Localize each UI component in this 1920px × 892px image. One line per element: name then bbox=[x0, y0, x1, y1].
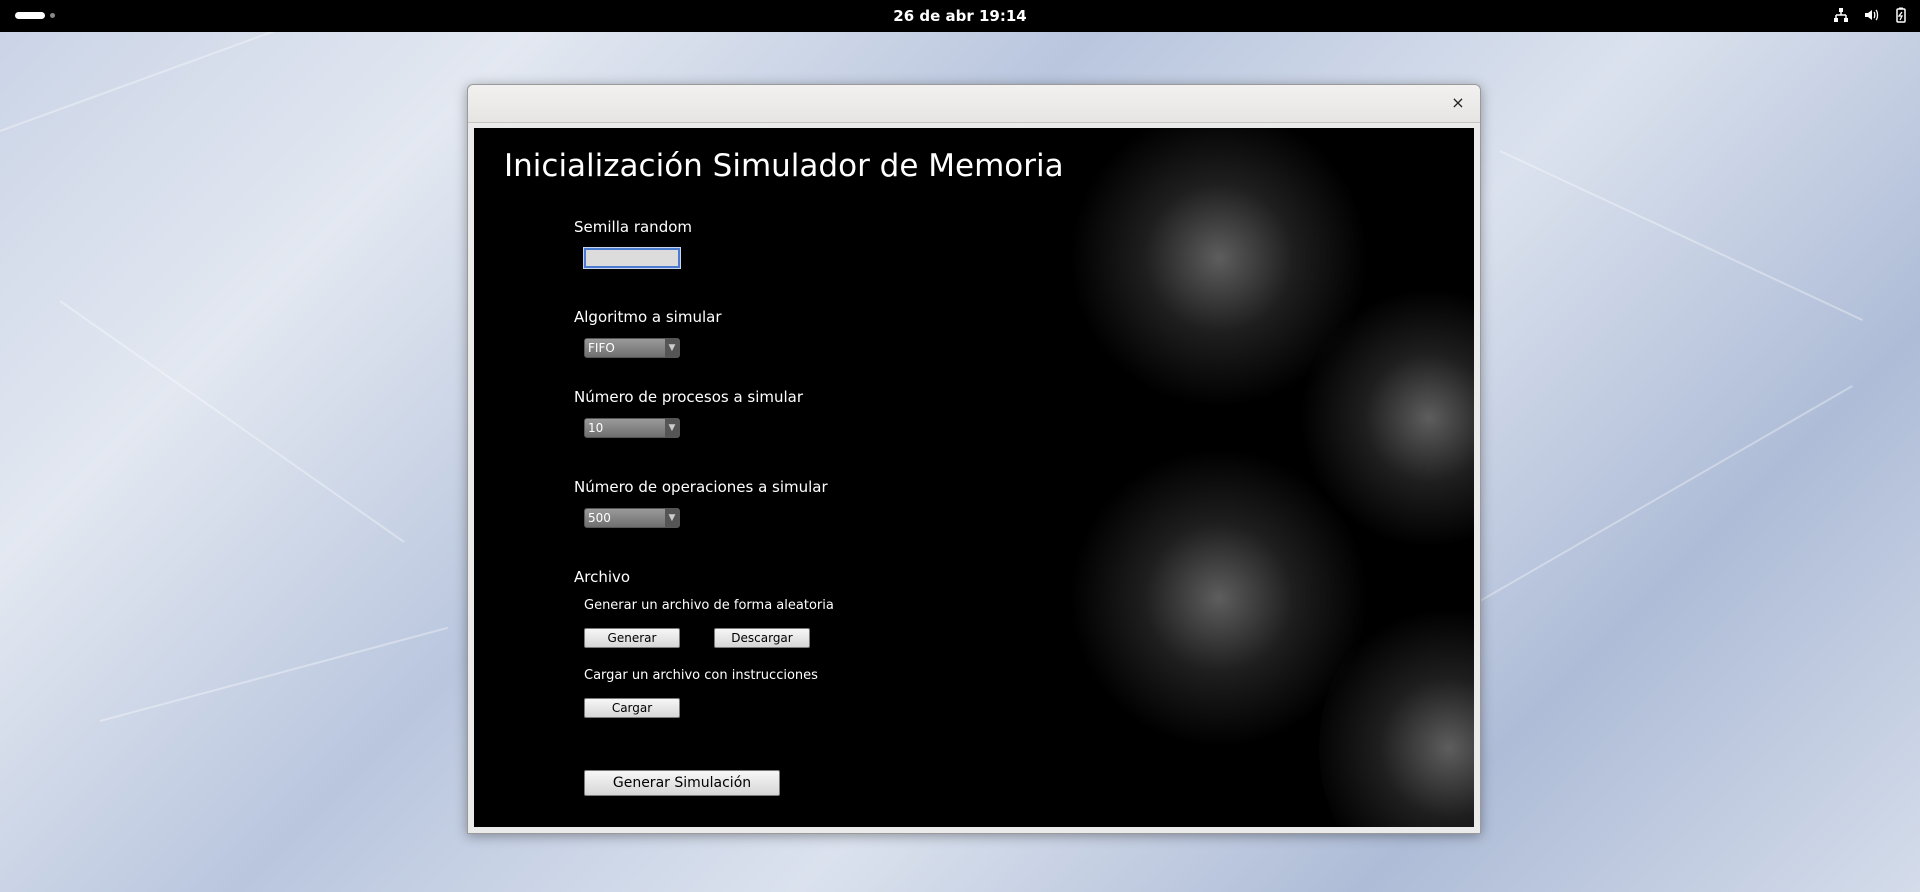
top-bar: 26 de abr 19:14 bbox=[0, 0, 1920, 32]
wallpaper-streak bbox=[1479, 385, 1853, 602]
file-label: Archivo bbox=[574, 568, 631, 586]
wallpaper-streak bbox=[59, 300, 405, 543]
operations-select-value: 500 bbox=[588, 511, 611, 525]
processes-label: Número de procesos a simular bbox=[574, 388, 804, 406]
chevron-down-icon: ▼ bbox=[665, 339, 679, 357]
chevron-down-icon: ▼ bbox=[665, 509, 679, 527]
generate-file-text: Generar un archivo de forma aleatoria bbox=[584, 598, 834, 613]
network-icon[interactable] bbox=[1832, 7, 1850, 25]
chevron-down-icon: ▼ bbox=[665, 419, 679, 437]
algorithm-label: Algoritmo a simular bbox=[574, 308, 722, 326]
load-file-text: Cargar un archivo con instrucciones bbox=[584, 668, 818, 683]
processes-select[interactable]: 10 ▼ bbox=[584, 418, 680, 438]
algorithm-select-value: FIFO bbox=[588, 341, 615, 355]
generate-simulation-button[interactable]: Generar Simulación bbox=[584, 770, 780, 796]
window-titlebar[interactable]: × bbox=[468, 85, 1480, 123]
close-button[interactable]: × bbox=[1448, 93, 1468, 113]
download-button[interactable]: Descargar bbox=[714, 628, 810, 648]
wallpaper-streak bbox=[99, 626, 448, 722]
algorithm-select[interactable]: FIFO ▼ bbox=[584, 338, 680, 358]
operations-label: Número de operaciones a simular bbox=[574, 478, 828, 496]
operations-select[interactable]: 500 ▼ bbox=[584, 508, 680, 528]
volume-icon[interactable] bbox=[1862, 7, 1880, 25]
seed-label: Semilla random bbox=[574, 218, 693, 236]
processes-select-value: 10 bbox=[588, 421, 604, 435]
window-content: Inicialización Simulador de Memoria Semi… bbox=[474, 128, 1474, 827]
clock[interactable]: 26 de abr 19:14 bbox=[0, 0, 1920, 32]
wallpaper-streak bbox=[1499, 150, 1863, 321]
page-title: Inicialización Simulador de Memoria bbox=[504, 148, 1064, 184]
battery-icon[interactable] bbox=[1892, 7, 1910, 25]
system-tray[interactable] bbox=[1832, 6, 1910, 26]
load-button[interactable]: Cargar bbox=[584, 698, 680, 718]
app-window: × Inicialización Simulador de Memoria Se… bbox=[467, 84, 1481, 834]
seed-input[interactable] bbox=[583, 247, 681, 269]
generate-button[interactable]: Generar bbox=[584, 628, 680, 648]
